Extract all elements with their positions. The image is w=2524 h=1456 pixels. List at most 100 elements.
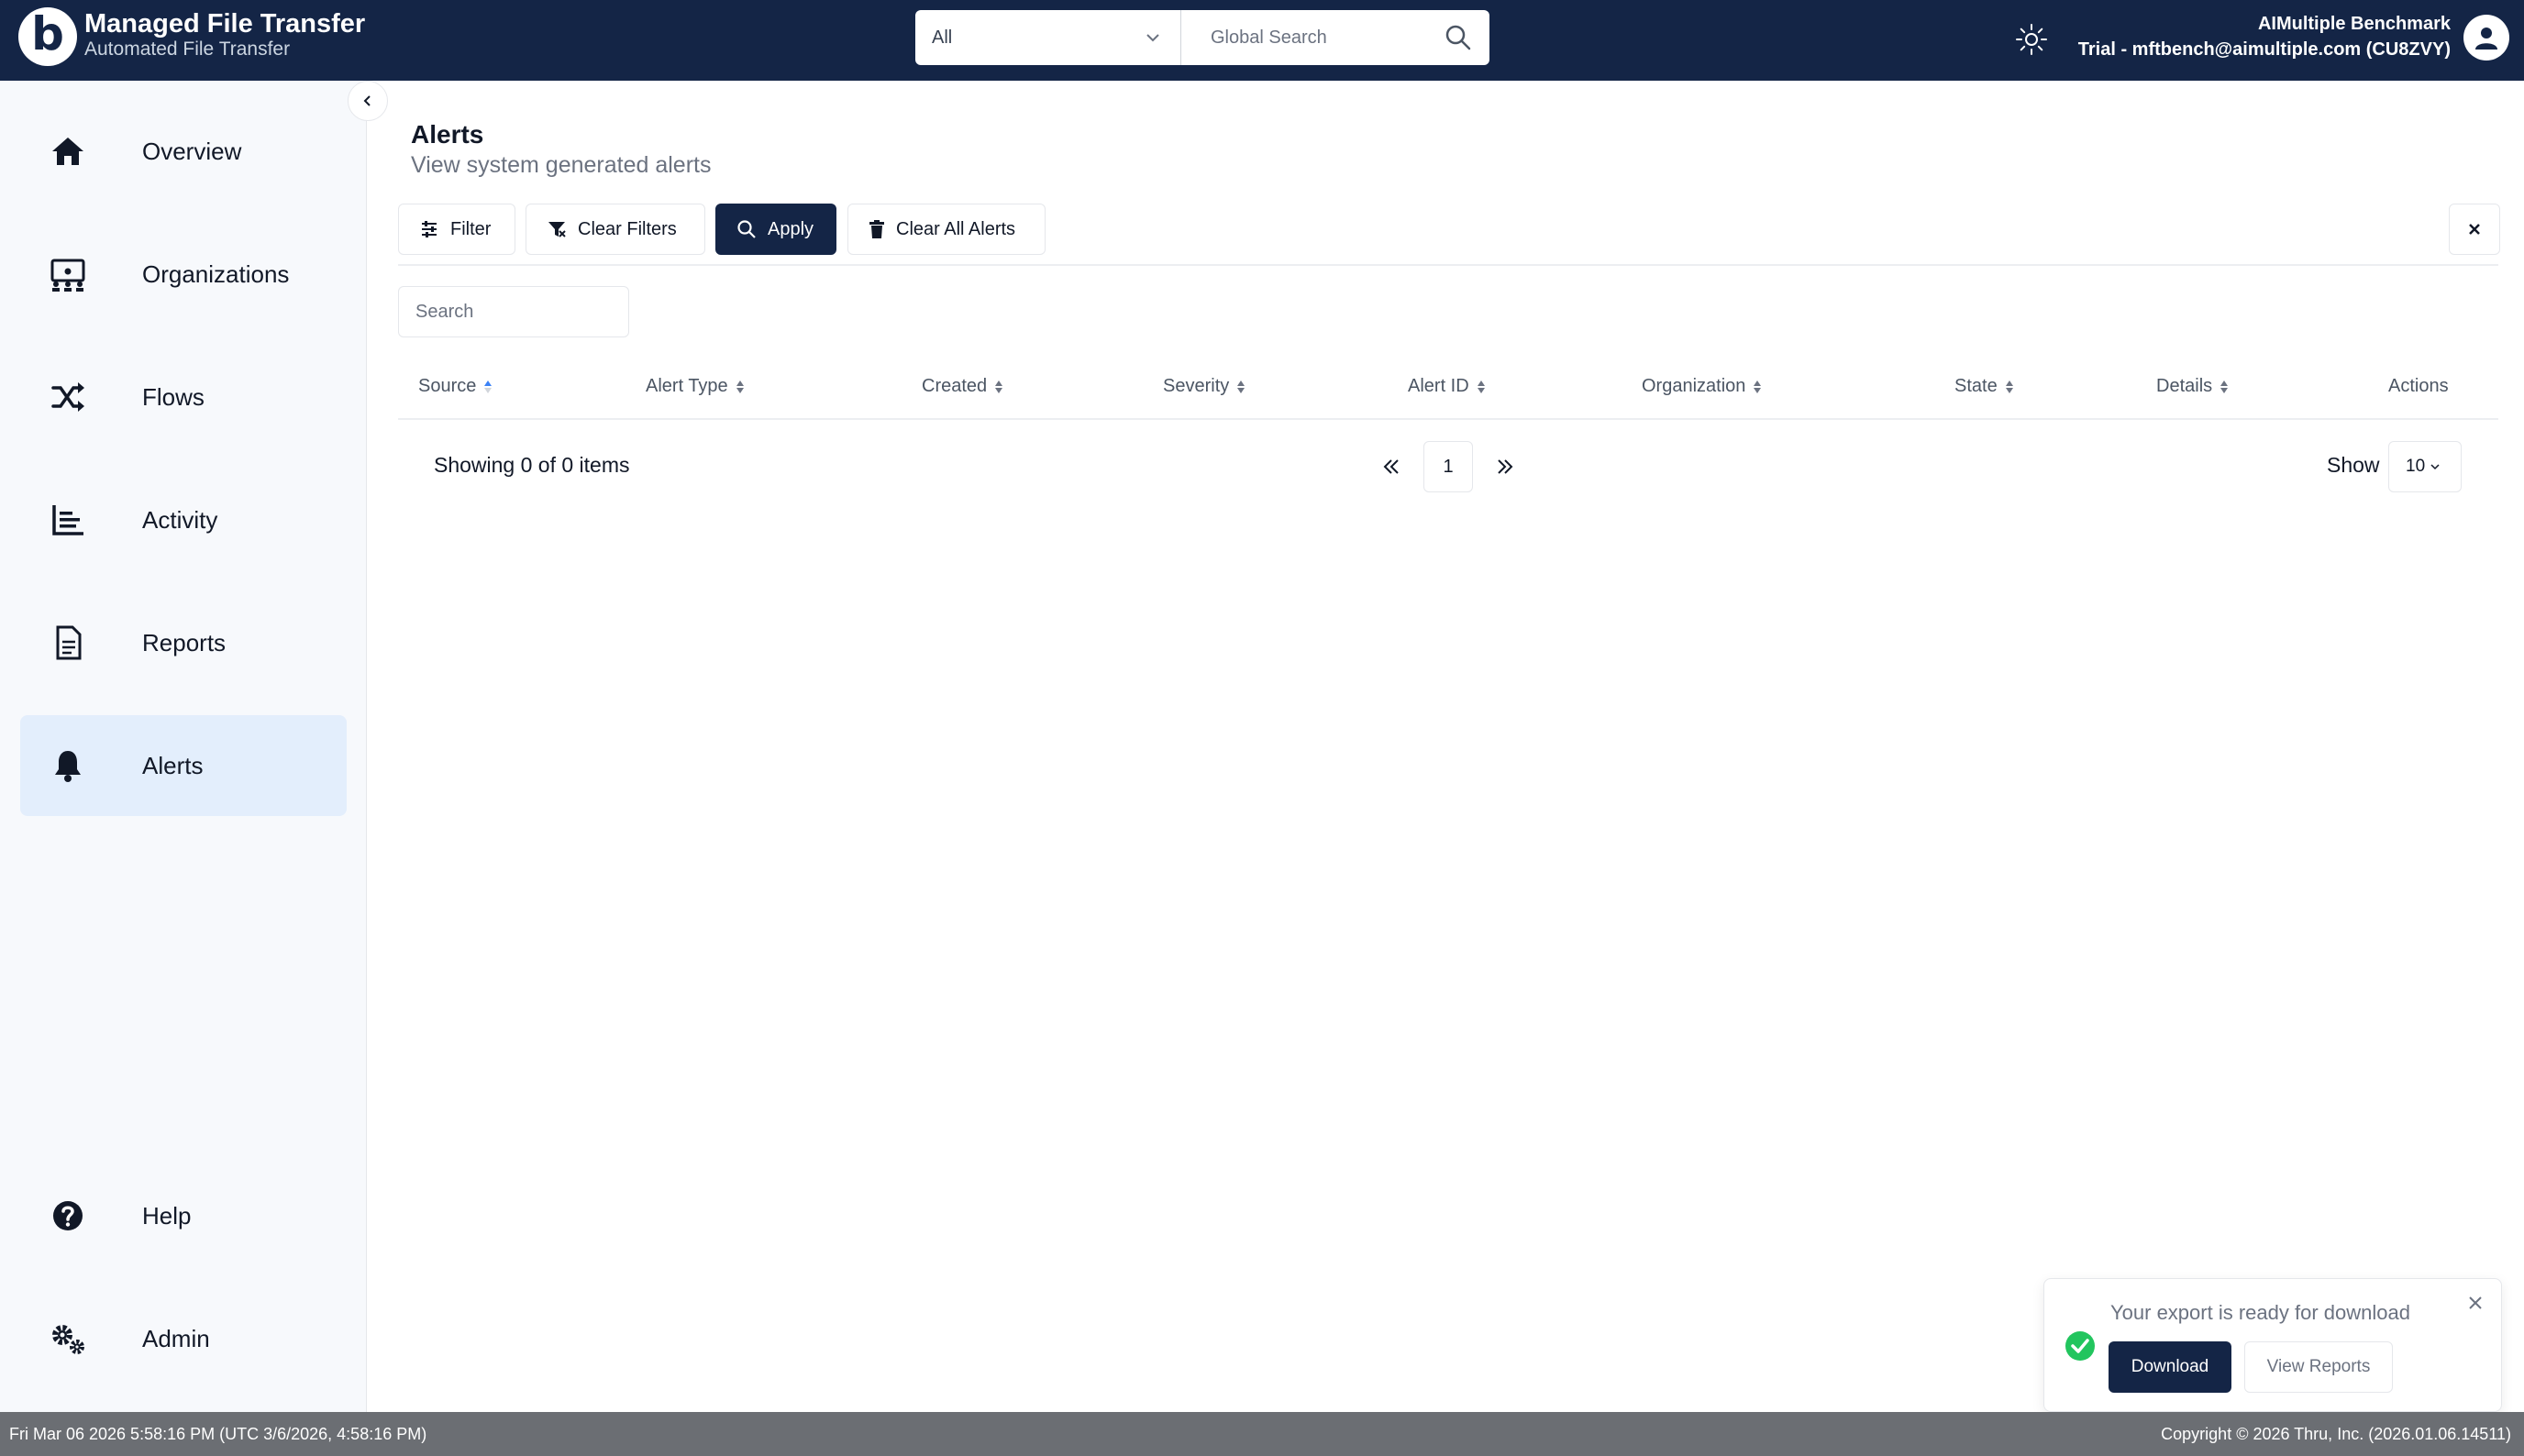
- page-size-label: Show: [2327, 453, 2380, 477]
- close-icon[interactable]: [2464, 1292, 2486, 1314]
- user-icon: [2475, 28, 2497, 50]
- gears-icon: [52, 1325, 84, 1354]
- clear-filter-icon: [548, 222, 566, 237]
- column-header-alert-type[interactable]: Alert Type: [646, 376, 746, 397]
- sort-icon: [1237, 380, 1245, 393]
- filter-button-label: Filter: [450, 218, 492, 239]
- apply-button[interactable]: Apply: [715, 204, 836, 255]
- sidebar-collapse-button[interactable]: [348, 81, 388, 121]
- column-header-severity[interactable]: Severity: [1163, 376, 1246, 397]
- chevrons-left-icon[interactable]: [1378, 453, 1405, 480]
- clear-all-alerts-label: Clear All Alerts: [896, 218, 1016, 239]
- sidebar-item-label: Overview: [142, 137, 242, 165]
- sort-icon: [2005, 380, 2013, 393]
- sidebar-item-reports[interactable]: Reports: [20, 592, 347, 693]
- bar-list-icon: [52, 505, 83, 535]
- column-header-organization[interactable]: Organization: [1642, 376, 1763, 397]
- sort-icon: [1754, 380, 1762, 393]
- footer-datetime: Fri Mar 06 2026 5:58:16 PM (UTC 3/6/2026…: [9, 1424, 427, 1443]
- table-header-divider: [398, 418, 2498, 420]
- global-search-bar: All Global Search: [915, 10, 1489, 65]
- logo-letter: b: [31, 7, 64, 61]
- sidebar-item-label: Activity: [142, 505, 218, 534]
- column-label: Actions: [2388, 376, 2449, 396]
- download-button[interactable]: Download: [2109, 1341, 2231, 1393]
- sort-icon: [2220, 380, 2229, 393]
- organization-icon: [50, 259, 85, 292]
- page-number-button[interactable]: 1: [1423, 441, 1473, 492]
- column-label: State: [1954, 376, 1998, 396]
- column-label: Alert ID: [1408, 376, 1469, 396]
- document-icon: [56, 625, 82, 660]
- close-icon: [2469, 224, 2480, 235]
- search-icon[interactable]: [1444, 23, 1473, 52]
- column-header-actions: Actions: [2388, 376, 2449, 397]
- search-icon: [737, 220, 756, 238]
- column-header-source[interactable]: Source: [418, 376, 493, 397]
- table-search-input[interactable]: Search: [398, 286, 629, 337]
- sort-icon: [736, 380, 744, 393]
- sidebar-item-admin[interactable]: Admin: [20, 1288, 347, 1389]
- column-header-alert-id[interactable]: Alert ID: [1408, 376, 1487, 397]
- column-header-details[interactable]: Details: [2156, 376, 2230, 397]
- global-search-input[interactable]: Global Search: [1211, 10, 1327, 65]
- footer-copyright: Copyright © 2026 Thru, Inc. (2026.01.06.…: [2161, 1424, 2511, 1443]
- column-header-created[interactable]: Created: [922, 376, 1004, 397]
- column-header-state[interactable]: State: [1954, 376, 2015, 397]
- clear-all-alerts-button[interactable]: Clear All Alerts: [847, 204, 1046, 255]
- page-title: Alerts: [411, 120, 484, 149]
- sidebar-item-help[interactable]: Help: [20, 1165, 347, 1266]
- sidebar-item-overview[interactable]: Overview: [20, 101, 347, 202]
- chevron-down-icon: [1146, 34, 1159, 42]
- sidebar-item-label: Organizations: [142, 259, 290, 288]
- status-footer: Fri Mar 06 2026 5:58:16 PM (UTC 3/6/2026…: [0, 1412, 2524, 1456]
- sidebar-item-flows[interactable]: Flows: [20, 347, 347, 447]
- clear-filters-button[interactable]: Clear Filters: [526, 204, 705, 255]
- chevrons-right-icon[interactable]: [1491, 453, 1519, 480]
- sort-icon: [995, 380, 1003, 393]
- chevron-left-icon: [363, 95, 371, 106]
- sidebar: Overview Organizations Flows Activity Re…: [0, 81, 367, 1412]
- toolbar-divider: [398, 264, 2498, 266]
- filter-button[interactable]: Filter: [398, 204, 515, 255]
- home-icon: [52, 138, 83, 165]
- sidebar-item-label: Alerts: [142, 751, 204, 779]
- sidebar-item-alerts[interactable]: Alerts: [20, 715, 347, 816]
- page-subtitle: View system generated alerts: [411, 152, 712, 178]
- export-ready-toast: Your export is ready for download Downlo…: [2043, 1278, 2502, 1412]
- column-label: Details: [2156, 376, 2213, 396]
- close-panel-button[interactable]: [2449, 204, 2500, 255]
- question-circle-icon: [53, 1201, 83, 1230]
- shuffle-icon: [51, 382, 84, 412]
- column-label: Alert Type: [646, 376, 728, 396]
- check-circle-icon: [2065, 1331, 2095, 1361]
- page-size-select[interactable]: 10: [2388, 441, 2462, 492]
- view-reports-button[interactable]: View Reports: [2244, 1341, 2393, 1393]
- app-logo[interactable]: b: [18, 7, 77, 66]
- column-label: Organization: [1642, 376, 1746, 396]
- sidebar-item-label: Admin: [142, 1324, 210, 1352]
- items-count: Showing 0 of 0 items: [434, 453, 630, 477]
- search-scope-value: All: [932, 27, 953, 48]
- app-title: Managed File Transfer: [84, 9, 366, 39]
- apply-button-label: Apply: [768, 218, 814, 239]
- column-label: Created: [922, 376, 988, 396]
- app-subtitle: Automated File Transfer: [84, 39, 291, 60]
- search-scope-select[interactable]: All: [915, 10, 1181, 65]
- trash-icon: [869, 220, 884, 238]
- user-account: Trial - mftbench@aimultiple.com (CU8ZVY): [2077, 39, 2451, 60]
- sort-icon: [1477, 380, 1485, 393]
- sun-icon[interactable]: [2014, 22, 2049, 57]
- sliders-icon: [422, 221, 437, 237]
- bell-icon: [55, 751, 81, 782]
- user-avatar[interactable]: [2463, 15, 2509, 61]
- sort-ascending-icon: [484, 380, 493, 393]
- sidebar-item-label: Flows: [142, 382, 205, 411]
- page-size-value: 10: [2406, 457, 2426, 476]
- column-label: Source: [418, 376, 477, 396]
- sidebar-item-activity[interactable]: Activity: [20, 469, 347, 570]
- sidebar-item-label: Help: [142, 1201, 192, 1230]
- clear-filters-label: Clear Filters: [578, 218, 677, 239]
- toast-message: Your export is ready for download: [2110, 1301, 2410, 1324]
- sidebar-item-organizations[interactable]: Organizations: [20, 224, 347, 325]
